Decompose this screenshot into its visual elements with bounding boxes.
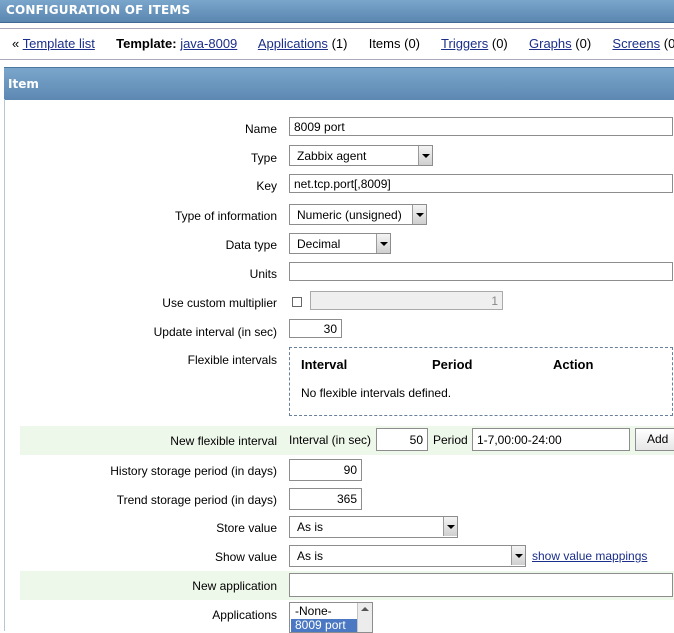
col-period-header: Period	[432, 357, 473, 372]
items-count: (0)	[404, 36, 421, 51]
type-of-information-label: Type of information	[174, 209, 277, 223]
custom-multiplier-checkbox[interactable]	[292, 297, 302, 307]
applications-option-selected[interactable]: 8009 port	[291, 619, 359, 632]
triggers-count: (0)	[491, 36, 508, 51]
new-interval-input[interactable]	[376, 428, 428, 451]
type-select-value: Zabbix agent	[297, 149, 367, 163]
flexible-intervals-empty-text: No flexible intervals defined.	[301, 386, 452, 400]
update-interval-label: Update interval (in sec)	[153, 325, 277, 339]
new-application-input[interactable]	[289, 573, 673, 597]
update-interval-input[interactable]	[289, 319, 342, 338]
form-left-border	[4, 99, 5, 631]
col-interval-header: Interval	[301, 357, 348, 372]
graphs-count: (0)	[575, 36, 592, 51]
chevron-down-icon	[511, 546, 525, 565]
section-title: Item	[8, 77, 39, 91]
trend-input[interactable]	[289, 488, 362, 510]
triggers-link[interactable]: Triggers	[441, 36, 488, 51]
back-arrow: «	[12, 36, 20, 51]
breadcrumb-nav: « Template list Template: java-8009 Appl…	[0, 28, 674, 60]
applications-count: (1)	[331, 36, 348, 51]
screens-link[interactable]: Screens	[612, 36, 660, 51]
store-value-label: Store value	[216, 521, 277, 535]
applications-option[interactable]: -None-	[291, 605, 359, 618]
items-label: Items	[368, 36, 401, 51]
store-value-value: As is	[297, 520, 324, 534]
history-input[interactable]	[289, 459, 362, 481]
applications-link[interactable]: Applications	[258, 36, 328, 51]
item-section-header: Item	[4, 67, 674, 100]
new-period-input[interactable]	[472, 428, 630, 451]
trend-label: Trend storage period (in days)	[116, 493, 277, 507]
custom-multiplier-input[interactable]	[310, 291, 503, 310]
interval-in-sec-label: Interval (in sec)	[289, 433, 372, 447]
template-name-link[interactable]: java-8009	[180, 36, 237, 51]
store-value-select[interactable]: As is	[289, 516, 458, 538]
screens-count: (0)	[663, 36, 674, 51]
show-value-mappings-link[interactable]: show value mappings	[532, 549, 647, 563]
graphs-link[interactable]: Graphs	[529, 36, 572, 51]
key-label: Key	[256, 179, 277, 193]
applications-label: Applications	[212, 608, 277, 622]
new-application-label: New application	[192, 579, 277, 593]
data-type-value: Decimal	[297, 237, 341, 251]
data-type-select[interactable]: Decimal	[289, 233, 391, 254]
data-type-label: Data type	[225, 238, 277, 252]
name-label: Name	[244, 122, 277, 136]
col-action-header: Action	[553, 357, 594, 372]
key-input[interactable]	[289, 174, 673, 193]
name-input[interactable]	[289, 117, 673, 136]
chevron-down-icon	[412, 205, 426, 224]
show-value-select[interactable]: As is	[289, 545, 526, 567]
custom-multiplier-label: Use custom multiplier	[162, 296, 277, 310]
type-of-information-select[interactable]: Numeric (unsigned)	[289, 204, 427, 225]
type-select[interactable]: Zabbix agent	[289, 145, 433, 166]
history-label: History storage period (in days)	[110, 464, 277, 478]
chevron-down-icon	[418, 146, 432, 165]
template-list-link[interactable]: Template list	[23, 36, 95, 51]
chevron-down-icon	[443, 517, 457, 536]
template-label: Template:	[116, 36, 177, 51]
chevron-down-icon	[376, 234, 390, 253]
flexible-intervals-table: Interval Period Action No flexible inter…	[289, 347, 673, 416]
listbox-scrollbar[interactable]	[357, 603, 372, 632]
page-title: CONFIGURATION OF ITEMS	[6, 3, 191, 17]
new-flexible-interval-label: New flexible interval	[170, 434, 277, 448]
type-label: Type	[250, 151, 277, 165]
page-header-bar: CONFIGURATION OF ITEMS	[0, 0, 674, 23]
flexible-intervals-label: Flexible intervals	[187, 353, 277, 367]
type-of-information-value: Numeric (unsigned)	[297, 208, 402, 222]
scroll-up-icon[interactable]	[361, 607, 369, 611]
show-value-label: Show value	[214, 550, 277, 564]
applications-listbox[interactable]: -None- 8009 port	[289, 602, 373, 633]
units-input[interactable]	[289, 262, 673, 281]
show-value-value: As is	[297, 549, 324, 563]
units-label: Units	[249, 267, 277, 281]
add-interval-button[interactable]: Add	[635, 428, 674, 451]
period-label: Period	[433, 433, 468, 447]
